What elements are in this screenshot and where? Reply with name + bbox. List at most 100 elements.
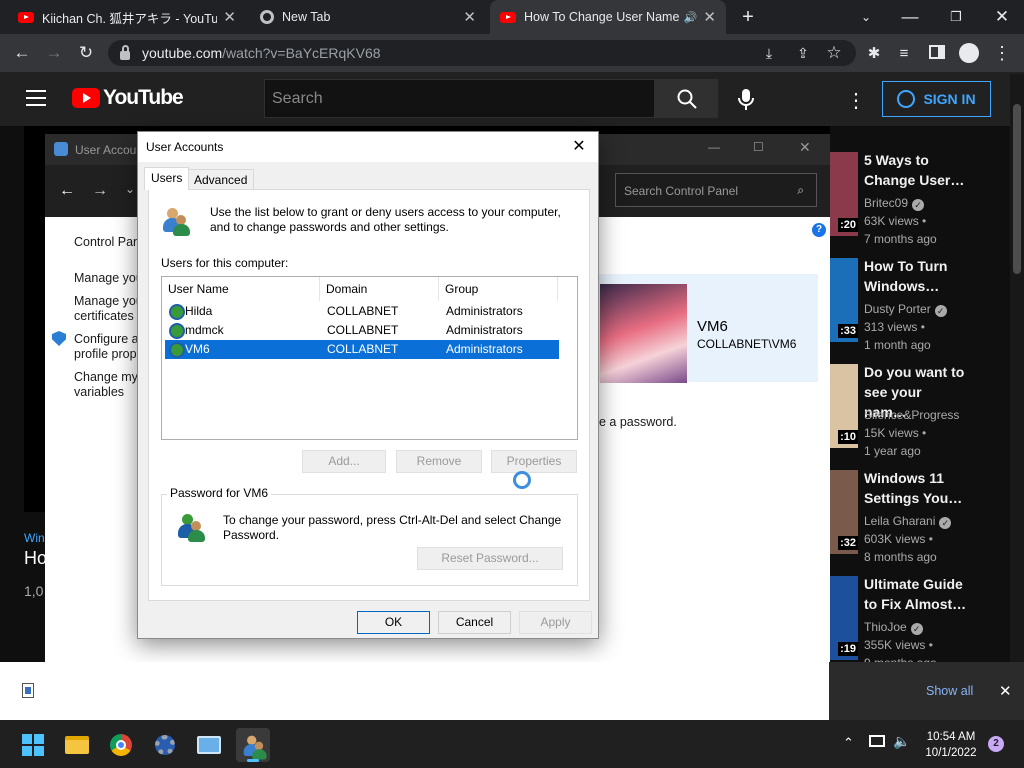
channel-name[interactable]: Silence&Progress [864,406,1014,424]
manage-certificates-link[interactable]: Manage you certificates [74,294,143,324]
youtube-wordmark[interactable]: YouTube [103,86,184,110]
profile-avatar-icon[interactable] [959,43,979,63]
clock[interactable]: 10:54 AM 10/1/2022 [922,729,980,761]
hamburger-menu-icon[interactable] [26,90,46,106]
tab-how-to-change-user-name[interactable]: How To Change User Name 🔊 ✕ [490,0,726,34]
page-scrollbar[interactable] [1010,74,1024,662]
settings-more-icon[interactable]: ⋮ [846,88,866,113]
control-panel-search-input[interactable]: Search Control Panel ⌕ [615,173,817,207]
properties-button[interactable]: Properties [491,450,577,473]
add-user-button[interactable]: Add... [302,450,386,473]
share-icon[interactable]: ⇪ [789,39,817,67]
cp-forward-arrow-icon[interactable]: → [92,182,108,200]
video-title[interactable]: How To Turn Windows… [864,256,968,296]
column-domain[interactable]: Domain [320,277,439,301]
install-app-icon[interactable]: ⤓ [755,39,783,67]
new-tab-button[interactable]: + [734,3,762,31]
tab-advanced[interactable]: Advanced [187,169,255,189]
cp-back-arrow-icon[interactable]: ← [59,182,75,200]
reload-icon[interactable]: ↻ [72,39,100,67]
manage-user-link[interactable]: Manage you [74,271,143,286]
sign-in-button[interactable]: SIGN IN [882,81,991,117]
notification-badge[interactable]: 2 [988,736,1004,752]
column-user-name[interactable]: User Name [162,277,320,301]
cp-maximize-button[interactable]: ☐ [753,140,764,154]
cp-minimize-button[interactable]: — [708,140,720,154]
minimize-button[interactable]: — [896,3,924,31]
users-list-view[interactable]: User Name Domain Group Hilda COLLABNET A… [161,276,578,440]
youtube-logo-icon[interactable] [72,88,100,108]
media-control-icon[interactable]: ≡ [890,39,918,67]
youtube-search-input[interactable]: Search [264,79,655,118]
video-thumbnail[interactable]: :10 [830,364,858,448]
user-row-vm6[interactable]: VM6 COLLABNET Administrators [165,340,559,359]
apply-button[interactable]: Apply [519,611,592,634]
chrome-icon[interactable] [104,728,138,762]
back-arrow-icon[interactable]: ← [8,39,36,67]
channel-name[interactable]: Dusty Porter [864,302,931,316]
column-group[interactable]: Group [439,277,558,301]
address-bar[interactable]: youtube.com/watch?v=BaYcERqKV68 [108,40,856,66]
file-icon[interactable] [22,683,34,698]
channel-name[interactable]: Leila Gharani [864,514,935,528]
configure-profile-link[interactable]: Configure a profile propo [74,332,144,362]
chrome-menu-icon[interactable]: ⋮ [988,39,1016,67]
video-hashtag[interactable]: Win [24,531,45,545]
video-thumbnail[interactable]: :20 [830,152,858,236]
volume-icon[interactable]: 🔈 [893,733,910,750]
control-panel-home-link[interactable]: Control Pan [74,235,140,249]
user-globe-icon [169,304,185,320]
channel-name[interactable]: ThioJoe [864,620,907,634]
dialog-close-button[interactable]: ✕ [566,136,592,158]
network-icon[interactable] [869,735,885,747]
tab-close-icon[interactable]: ✕ [463,8,476,26]
cp-recent-chevron-icon[interactable]: ⌄ [125,182,135,196]
user-row-hilda[interactable]: Hilda COLLABNET Administrators [165,302,559,321]
video-thumbnail[interactable]: :32 [830,470,858,554]
tab-close-icon[interactable]: ✕ [703,8,716,26]
restore-button[interactable]: ❐ [942,3,970,31]
video-title[interactable]: Ultimate Guide to Fix Almost… [864,574,968,614]
video-thumbnail[interactable]: :19 [830,576,858,660]
cp-close-button[interactable]: ✕ [799,139,811,156]
file-explorer-icon[interactable] [60,728,94,762]
user-row-mdmck[interactable]: mdmck COLLABNET Administrators [165,321,559,340]
video-title[interactable]: 5 Ways to Change User… [864,150,968,190]
start-button[interactable] [16,728,50,762]
ok-button[interactable]: OK [357,611,430,634]
recommended-video[interactable]: :20 5 Ways to Change User… Britec09 ✓ 63K… [830,150,1020,250]
remove-user-button[interactable]: Remove [396,450,482,473]
close-window-button[interactable]: ✕ [988,3,1016,31]
download-bar-close-button[interactable]: ✕ [999,682,1012,700]
extensions-puzzle-icon[interactable]: ✱ [860,39,888,67]
recommended-video[interactable]: :19 Ultimate Guide to Fix Almost… ThioJo… [830,574,1020,662]
control-panel-app-icon[interactable] [192,728,226,762]
user-accounts-app-icon[interactable] [236,728,270,762]
channel-name[interactable]: Britec09 [864,196,908,210]
tab-users[interactable]: Users [144,167,190,190]
tab-close-icon[interactable]: ✕ [223,8,236,26]
show-all-button[interactable]: Show all [926,684,973,698]
tray-chevron-icon[interactable]: ⌃ [843,735,854,751]
reset-password-button[interactable]: Reset Password... [417,547,563,570]
environment-variables-link[interactable]: Change my variables [74,370,138,400]
lock-icon[interactable] [120,44,130,60]
cp-search-icon[interactable]: ⌕ [797,183,804,198]
help-icon[interactable]: ? [812,223,826,237]
recommended-video[interactable]: :33 How To Turn Windows… Dusty Porter ✓ 3… [830,256,1020,356]
youtube-search-button[interactable] [655,79,718,118]
audio-playing-icon[interactable]: 🔊 [684,11,698,24]
recommended-video[interactable]: :32 Windows 11 Settings You… Leila Ghara… [830,468,1020,568]
side-panel-icon[interactable] [929,45,945,59]
tab-kiichan[interactable]: Kiichan Ch. 狐井アキラ - YouTube ✕ [8,0,246,34]
video-thumbnail[interactable]: :33 [830,258,858,342]
cancel-button[interactable]: Cancel [438,611,511,634]
forward-arrow-icon[interactable]: → [40,39,68,67]
bookmark-star-icon[interactable]: ☆ [820,39,848,67]
microphone-icon[interactable] [734,86,758,112]
tab-new-tab[interactable]: New Tab ✕ [250,0,486,34]
settings-gear-icon[interactable] [148,728,182,762]
recommended-video[interactable]: :10 Do you want to see your nam… Silence… [830,362,1020,462]
tab-search-chevron-icon[interactable]: ⌄ [852,3,880,31]
video-title[interactable]: Windows 11 Settings You… [864,468,968,508]
